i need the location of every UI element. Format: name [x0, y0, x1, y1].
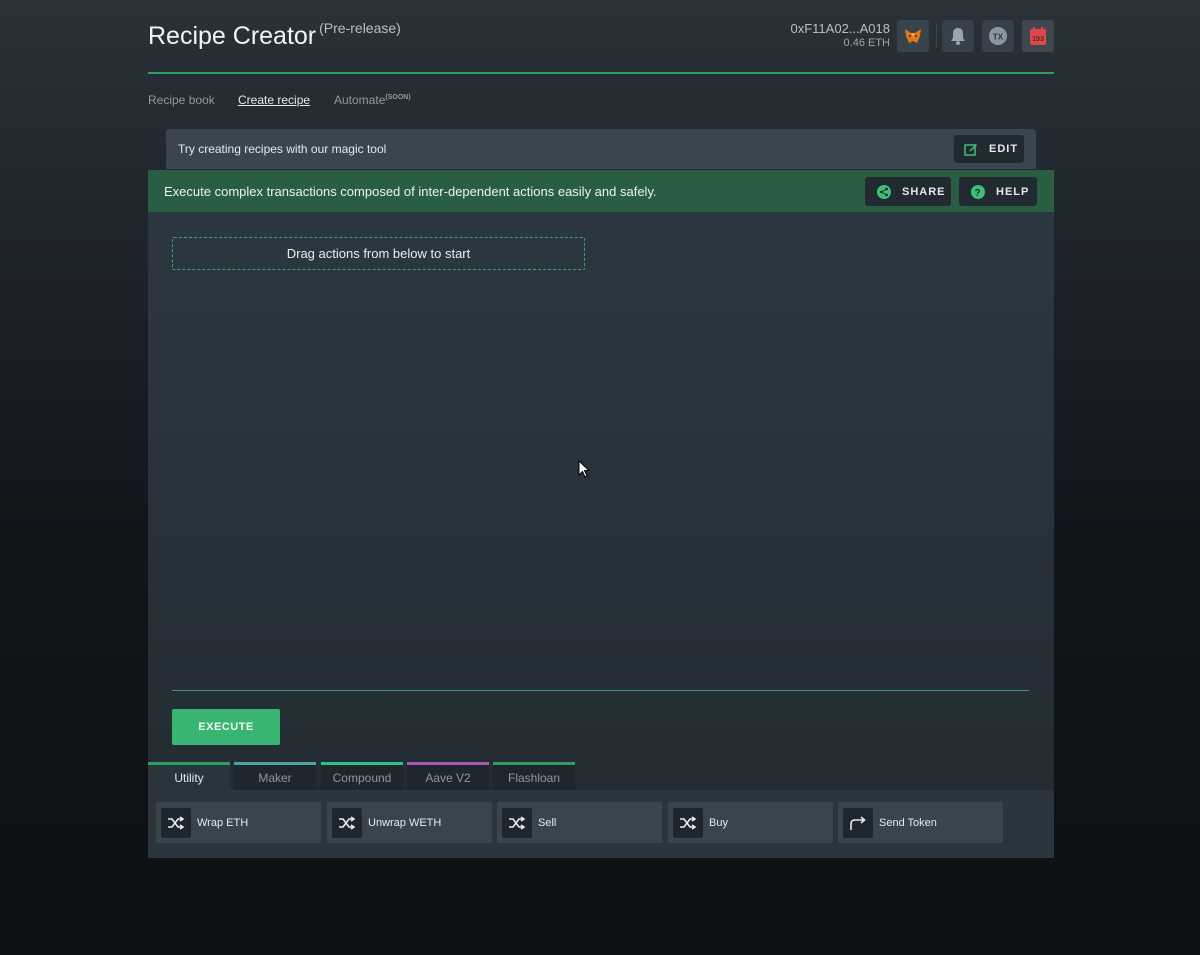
header-divider-line	[148, 72, 1054, 74]
shuffle-icon	[673, 807, 703, 838]
execute-button[interactable]: EXECUTE	[172, 709, 280, 745]
share-icon	[877, 184, 891, 199]
info-banner: Execute complex transactions composed of…	[148, 170, 1054, 212]
action-dropzone[interactable]: Drag actions from below to start	[172, 237, 585, 270]
magic-tool-bar: Try creating recipes with our magic tool…	[166, 129, 1036, 169]
action-wrap-eth[interactable]: Wrap ETH	[156, 802, 321, 843]
help-button[interactable]: ? HELP	[959, 177, 1037, 206]
edit-button[interactable]: EDIT	[954, 135, 1024, 163]
actions-panel: Wrap ETH Unwrap WETH Sell Buy Send Token	[148, 790, 1054, 858]
tab-utility[interactable]: Utility	[148, 762, 230, 791]
calendar-badge-text: 193	[1032, 36, 1044, 43]
recipe-workspace[interactable]: Drag actions from below to start EXECUTE	[148, 212, 1054, 790]
shuffle-icon	[161, 807, 191, 838]
action-unwrap-weth[interactable]: Unwrap WETH	[327, 802, 492, 843]
header-divider	[936, 24, 937, 48]
edit-icon	[964, 144, 977, 156]
shuffle-icon	[502, 807, 532, 838]
page-subtitle: (Pre-release)	[319, 20, 401, 36]
nav-automate[interactable]: Automate(SOON)	[334, 93, 411, 107]
metamask-fox-icon[interactable]	[897, 20, 929, 52]
shuffle-icon	[332, 807, 362, 838]
nav-recipe-book[interactable]: Recipe book	[148, 93, 215, 107]
svg-text:?: ?	[974, 188, 981, 199]
wallet-balance: 0.46 ETH	[843, 37, 890, 49]
action-buy[interactable]: Buy	[668, 802, 833, 843]
wallet-info[interactable]: 0xF11A02...A018 0.46 ETH	[791, 22, 891, 50]
forward-arrow-icon	[843, 807, 873, 838]
app-header: Recipe Creator (Pre-release) 0xF11A02...A…	[148, 18, 1054, 74]
help-icon: ?	[971, 184, 985, 199]
bell-icon[interactable]	[942, 20, 974, 52]
tx-icon[interactable]: TX	[982, 20, 1014, 52]
tab-aave-v2[interactable]: Aave V2	[407, 762, 489, 790]
tx-badge-text: TX	[993, 33, 1004, 42]
magic-tool-text: Try creating recipes with our magic tool	[178, 142, 387, 156]
calendar-icon[interactable]: 193	[1022, 20, 1054, 52]
mouse-cursor-icon	[578, 459, 591, 483]
action-sell[interactable]: Sell	[497, 802, 662, 843]
tab-maker[interactable]: Maker	[234, 762, 316, 790]
action-send-token[interactable]: Send Token	[838, 802, 1003, 843]
page-title: Recipe Creator (Pre-release)	[148, 20, 401, 50]
workspace-divider	[172, 690, 1029, 691]
nav-create-recipe[interactable]: Create recipe	[238, 93, 310, 107]
share-button[interactable]: SHARE	[865, 177, 951, 206]
wallet-address[interactable]: 0xF11A02...A018	[791, 22, 891, 36]
tab-compound[interactable]: Compound	[321, 762, 403, 790]
tab-flashloan[interactable]: Flashloan	[493, 762, 575, 790]
banner-text: Execute complex transactions composed of…	[164, 184, 657, 199]
soon-badge: (SOON)	[385, 94, 411, 101]
